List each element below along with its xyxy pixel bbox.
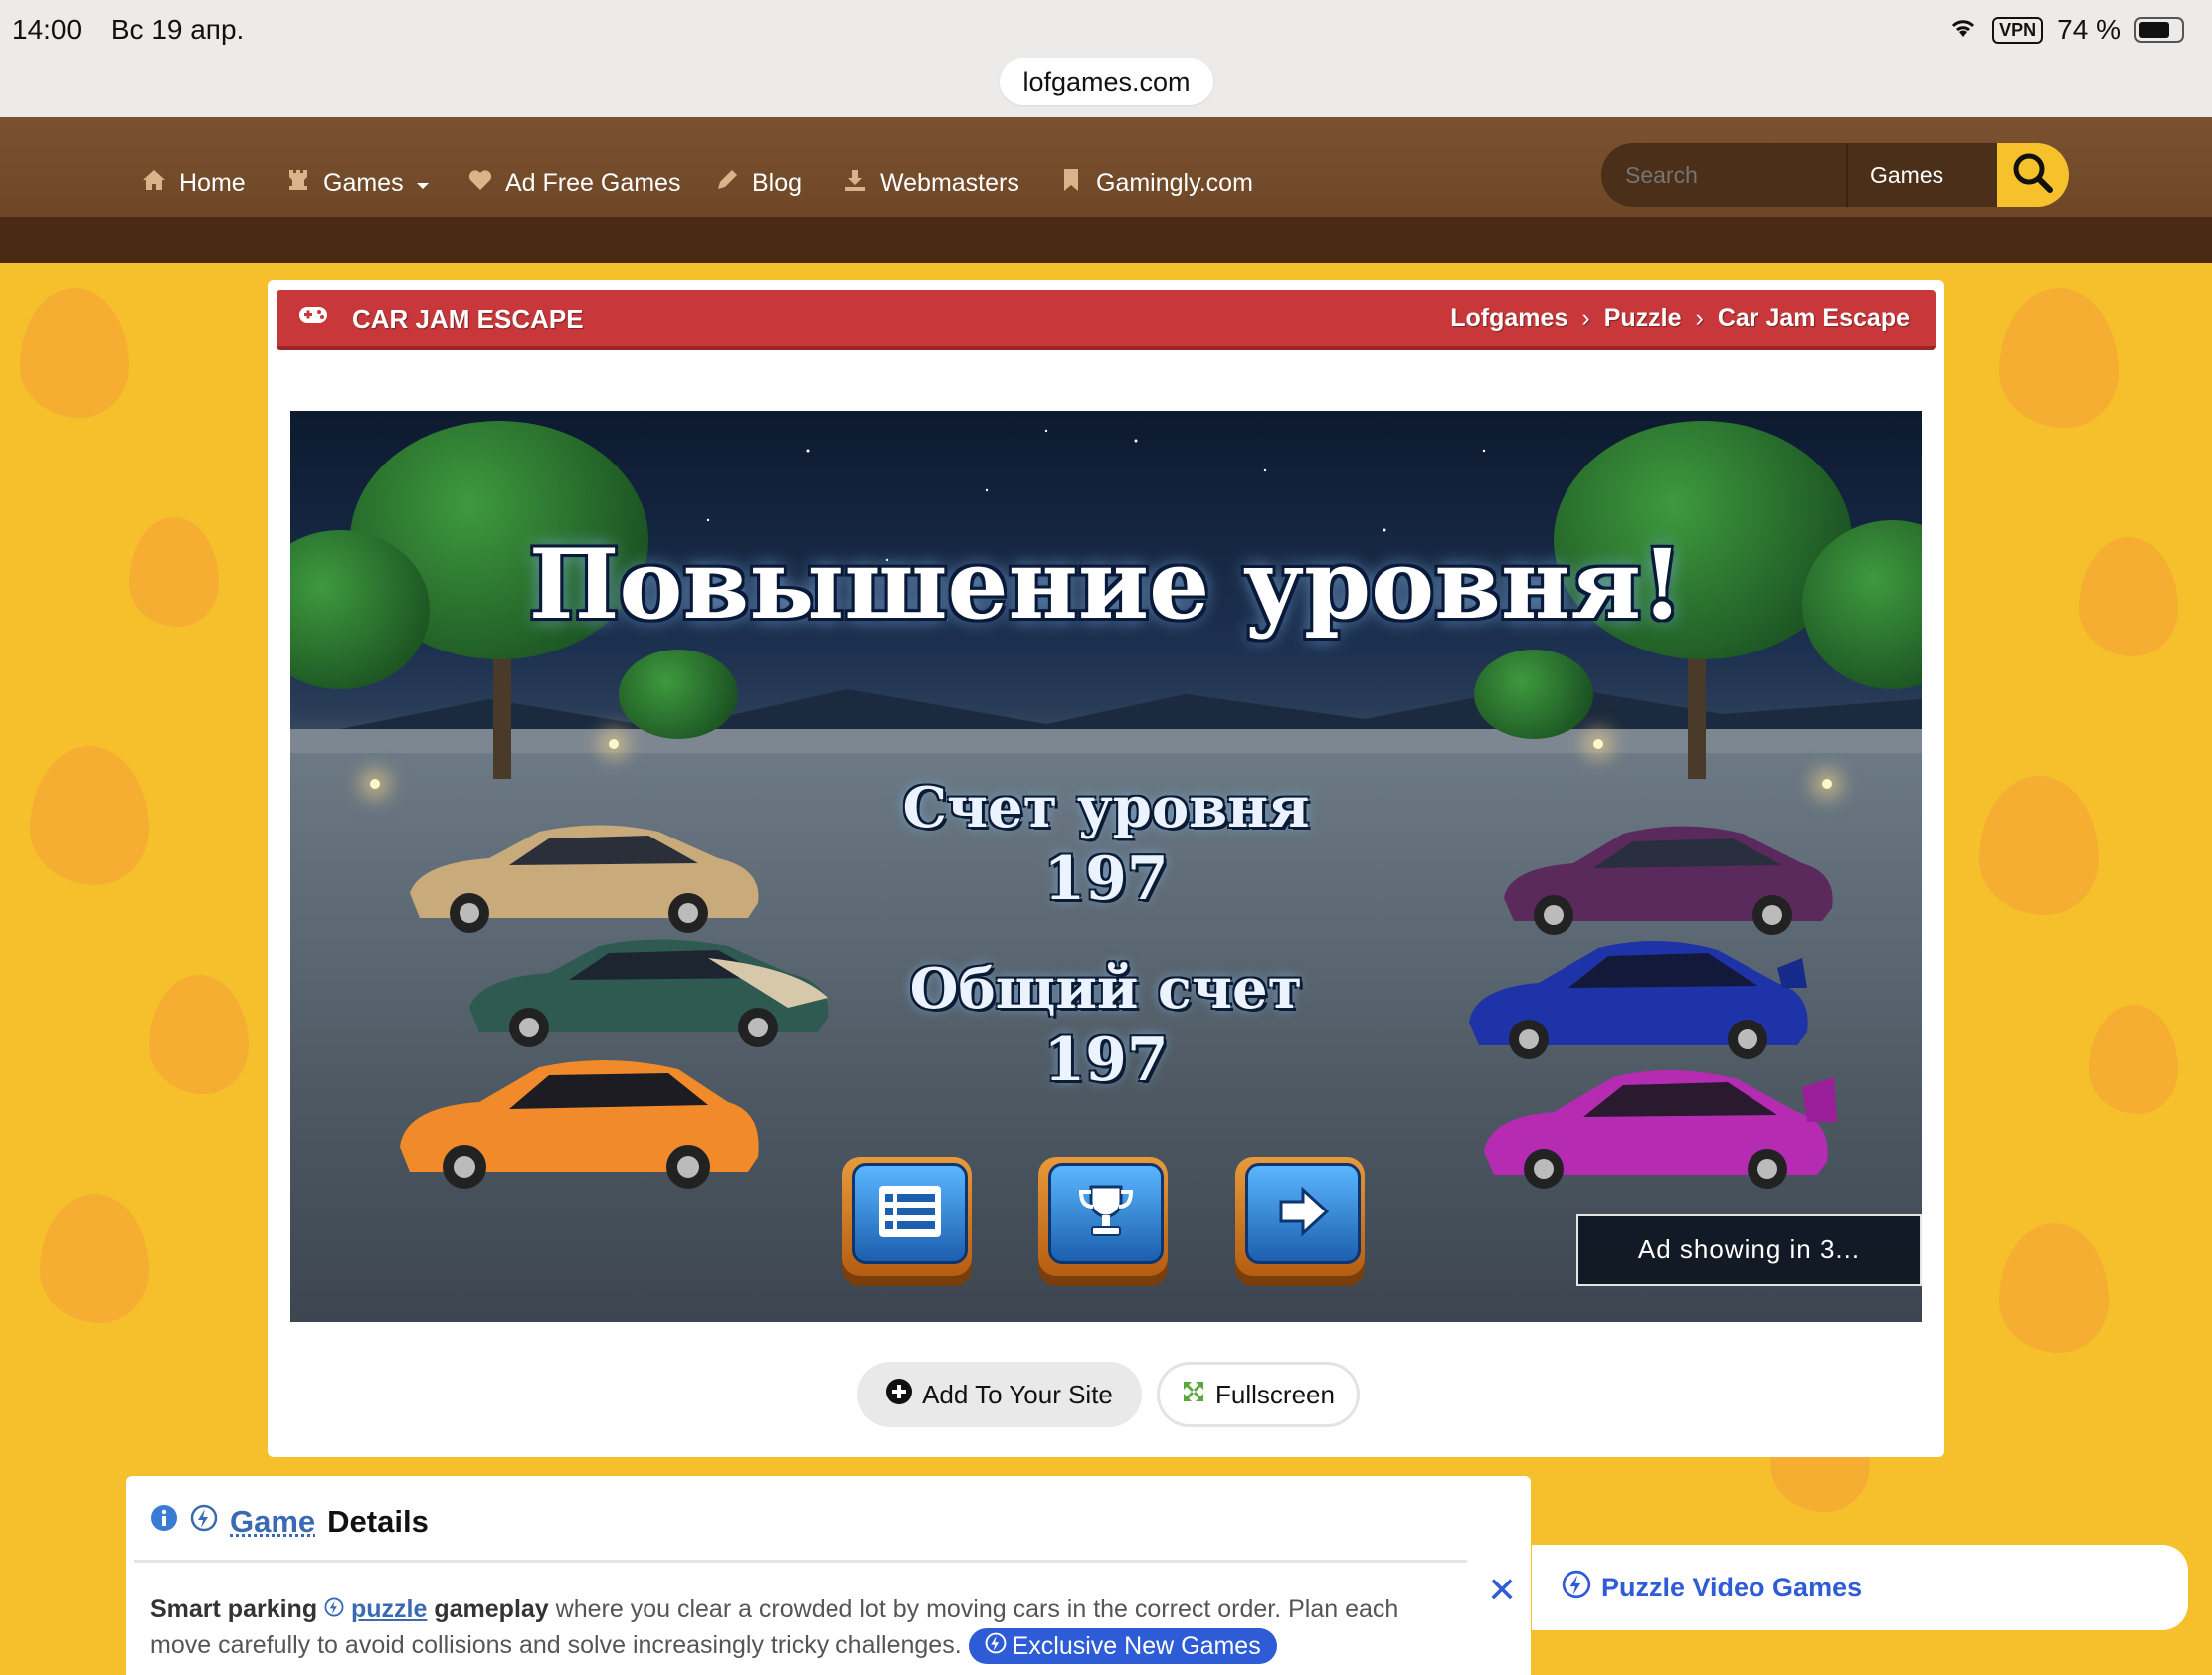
puzzle-link[interactable]: puzzle [351,1595,427,1623]
parking-wall [290,729,1922,753]
date: Вс 19 апр. [110,14,245,45]
add-to-site-button[interactable]: Add To Your Site [857,1362,1142,1427]
nav-games[interactable]: Games [285,163,430,203]
address-bar[interactable]: lofgames.com [1000,58,1213,105]
details-game-link[interactable]: Game [230,1504,315,1540]
nav-webmasters-label: Webmasters [880,168,1019,197]
close-icon[interactable]: ✕ [1487,1570,1517,1611]
search-icon [2011,151,2055,200]
fullscreen-button[interactable]: Fullscreen [1157,1362,1360,1427]
nav-blog-label: Blog [752,168,803,197]
bolt-icon [1562,1570,1591,1606]
nav-gamingly[interactable]: Gamingly.com [1058,163,1253,203]
breadcrumb-lofgames[interactable]: Lofgames [1450,304,1567,333]
leaderboard-button[interactable] [1038,1157,1168,1276]
next-level-button[interactable] [1235,1157,1365,1276]
nav-home-label: Home [179,168,246,197]
level-menu-button[interactable] [842,1157,972,1276]
plus-circle-icon [886,1378,913,1411]
bolt-icon [324,1595,344,1623]
chess-rook-icon [285,168,311,199]
bush-left [619,650,738,739]
fullscreen-label: Fullscreen [1215,1379,1335,1409]
breadcrumb-puzzle[interactable]: Puzzle [1604,304,1682,333]
game-details-section: Game Details Smart parking puzzle gamepl… [126,1476,1531,1675]
download-icon [842,168,868,199]
nav-blog[interactable]: Blog [714,163,802,203]
bookmark-icon [1058,168,1084,199]
nav-home[interactable]: Home [141,163,246,203]
nav-ad-free-label: Ad Free Games [505,168,681,197]
nav-webmasters[interactable]: Webmasters [842,163,1019,203]
pencil-icon [714,168,740,199]
breadcrumb-current: Car Jam Escape [1717,304,1910,332]
level-up-heading: Повышение уровня! [528,528,1684,641]
game-title: CAR JAM ESCAPE [352,304,584,334]
car-blue [1469,940,1808,1059]
nav-gamingly-label: Gamingly.com [1096,168,1253,197]
wifi-icon [1948,14,1978,46]
car-green [469,939,829,1047]
ad-countdown: Ad showing in 3... [1576,1214,1922,1286]
site-header: Home Games Ad Free Games Blog Webmasters… [0,117,2212,263]
status-bar: 14:00 Вс 19 апр. VPN 74 % lofgames.com [0,0,2212,117]
search-bar: Games [1601,143,2069,207]
nav-games-label: Games [323,168,404,197]
lamp [1593,739,1603,749]
clock: 14:00 [12,14,83,45]
bush-right [1474,650,1593,739]
chevron-right-icon: › [1581,304,1590,332]
search-input[interactable] [1601,143,1846,207]
details-heading-text: Details [327,1504,429,1539]
car-gold [410,825,759,933]
desc-bold-1: Smart parking [150,1595,318,1623]
lamp [609,739,619,749]
bolt-icon [190,1504,218,1540]
battery-percent: 74 % [2057,14,2120,45]
divider [134,1560,1467,1563]
game-canvas[interactable]: Повышение уровня! Счет уровня 197 Общий … [290,411,1922,1322]
vpn-badge: VPN [1992,16,2044,44]
gamepad-icon [298,304,328,330]
promo-label: Puzzle Video Games [1601,1572,1863,1602]
info-icon [150,1504,178,1540]
heart-icon [467,169,493,198]
add-to-site-label: Add To Your Site [922,1379,1113,1409]
breadcrumb: Lofgames › Puzzle › Car Jam Escape [1450,304,1910,333]
promo-bar[interactable]: Puzzle Video Games [1532,1545,2188,1630]
list-icon [879,1185,941,1242]
details-description: Smart parking puzzle gameplay where you … [150,1591,1463,1665]
car-magenta [1484,1069,1837,1189]
caret-down-icon [416,169,430,198]
battery-icon [2134,17,2184,43]
arrow-right-icon [1275,1184,1331,1244]
nav-ad-free-games[interactable]: Ad Free Games [467,163,680,203]
game-title-bar: CAR JAM ESCAPE Lofgames › Puzzle › Car J… [276,290,1936,350]
desc-bold-2: gameplay [434,1595,549,1623]
expand-icon [1182,1380,1205,1410]
details-heading: Game Details [150,1504,429,1540]
search-category-select[interactable]: Games [1846,143,1997,207]
game-panel: CAR JAM ESCAPE Lofgames › Puzzle › Car J… [268,280,1944,1457]
car-purple [1504,826,1833,935]
car-orange [400,1059,759,1189]
search-button[interactable] [1996,143,2069,207]
trophy-icon [1076,1182,1136,1246]
home-icon [141,169,167,198]
chevron-right-icon: › [1695,304,1704,332]
